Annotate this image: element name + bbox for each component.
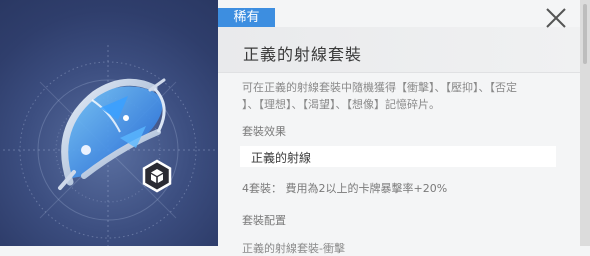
scrollbar-thumb[interactable] [583,4,587,64]
rarity-badge: 稀有 [218,8,275,27]
set-effect-label: 套裝效果 [242,125,286,138]
item-description: 可在正義的射線套裝中隨機獲得【衝擊】、【壓抑】、【否定 】、【理想】、【渴望】、… [242,79,560,113]
item-detail-panel: 正義的射線套裝 稀有 可在正義的射線套裝中隨機獲得【衝擊】、【壓抑】、【否定 】… [218,0,580,255]
item-art-illustration [3,45,215,246]
set-effect-text: 4套裝： 費用為2以上的卡牌暴擊率+20% [242,182,448,195]
set-name: 正義的射線 [251,151,312,165]
set-config-label: 套裝配置 [242,214,286,227]
scrollbar[interactable] [580,0,590,246]
set-name-box: 正義的射線 [240,146,556,167]
title-band: 正義的射線套裝 [218,27,580,73]
description-line: 】、【理想】、【渴望】、【想像】記憶碎片。 [242,98,440,111]
description-line: 可在正義的射線套裝中隨機獲得【衝擊】、【壓抑】、【否定 [242,81,517,94]
item-title: 正義的射線套裝 [243,45,363,64]
close-button[interactable] [544,6,568,30]
close-x-icon[interactable] [544,6,568,30]
item-art-panel [0,0,218,246]
set-config-item[interactable]: 正義的射線套裝-衝擊 [242,240,345,256]
cube-emblem-icon [142,159,172,193]
